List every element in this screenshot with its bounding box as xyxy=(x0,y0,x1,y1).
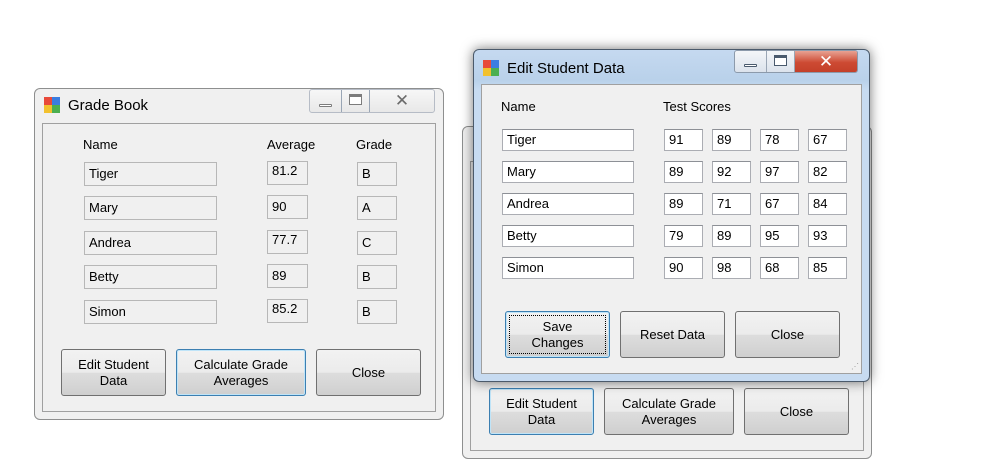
grade-header: Grade xyxy=(356,137,393,152)
grade-book-window: Grade Book ✕ Name Average Grade Tiger Ma… xyxy=(34,88,444,420)
edit-student-data-button[interactable]: Edit Student Data xyxy=(61,349,166,396)
test-score-input[interactable]: 91 xyxy=(664,129,703,151)
close-icon[interactable]: ✕ xyxy=(795,51,857,72)
window-title: Edit Student Data xyxy=(507,60,625,77)
button-label: Calculate Grade xyxy=(622,395,716,411)
window-controls: ✕ xyxy=(734,50,858,73)
button-label: Averages xyxy=(641,411,697,427)
button-label: Data xyxy=(527,411,556,427)
test-score-input[interactable]: 93 xyxy=(808,225,847,247)
student-name-input[interactable]: Tiger xyxy=(502,129,634,151)
student-name-input[interactable]: Mary xyxy=(502,161,634,183)
save-changes-button[interactable]: Save Changes xyxy=(505,311,610,358)
test-score-input[interactable]: 92 xyxy=(712,161,751,183)
grade-label: B xyxy=(357,300,397,324)
test-score-input[interactable]: 67 xyxy=(808,129,847,151)
button-label: Reset Data xyxy=(639,326,706,342)
student-name-label: Mary xyxy=(84,196,217,220)
edit-student-client: Name Test Scores Tiger Mary Andrea Betty… xyxy=(481,84,862,374)
student-name-input[interactable]: Betty xyxy=(502,225,634,247)
button-label: Close xyxy=(770,326,805,342)
test-score-input[interactable]: 85 xyxy=(808,257,847,279)
test-score-input[interactable]: 67 xyxy=(760,193,799,215)
test-score-input[interactable]: 82 xyxy=(808,161,847,183)
button-label: Close xyxy=(351,364,386,380)
test-score-input[interactable]: 89 xyxy=(664,193,703,215)
button-label: Calculate Grade xyxy=(194,356,288,372)
grade-book-client: Name Average Grade Tiger Mary Andrea Bet… xyxy=(42,123,436,412)
student-name-label: Simon xyxy=(84,300,217,324)
name-header: Name xyxy=(83,137,118,152)
test-score-input[interactable]: 89 xyxy=(712,225,751,247)
edit-student-titlebar[interactable]: Edit Student Data ✕ xyxy=(474,50,869,80)
maximize-icon[interactable] xyxy=(767,51,795,72)
window-controls: ✕ xyxy=(309,89,435,113)
close-icon[interactable]: ✕ xyxy=(370,90,434,112)
student-name-label: Betty xyxy=(84,265,217,289)
close-button[interactable]: Close xyxy=(316,349,421,396)
edit-student-data-window: Edit Student Data ✕ Name Test Scores Tig… xyxy=(473,49,870,382)
average-label: 77.7 xyxy=(267,230,308,254)
window-title: Grade Book xyxy=(68,97,149,114)
button-label: Edit Student xyxy=(506,395,577,411)
test-score-input[interactable]: 71 xyxy=(712,193,751,215)
grade-book-titlebar[interactable]: Grade Book ✕ xyxy=(35,89,443,119)
average-header: Average xyxy=(267,137,316,152)
button-label: Data xyxy=(99,372,128,388)
average-label: 81.2 xyxy=(267,161,308,185)
edit-student-data-button[interactable]: Edit Student Data xyxy=(489,388,594,435)
test-score-input[interactable]: 95 xyxy=(760,225,799,247)
student-name-label: Andrea xyxy=(84,231,217,255)
student-name-label: Tiger xyxy=(84,162,217,186)
test-score-input[interactable]: 98 xyxy=(712,257,751,279)
test-score-input[interactable]: 89 xyxy=(712,129,751,151)
test-score-input[interactable]: 89 xyxy=(664,161,703,183)
focus-rectangle xyxy=(509,315,606,354)
maximize-icon[interactable] xyxy=(342,90,370,112)
calculate-grade-averages-button[interactable]: Calculate Grade Averages xyxy=(176,349,306,396)
test-score-input[interactable]: 79 xyxy=(664,225,703,247)
average-label: 85.2 xyxy=(267,299,308,323)
button-label: Averages xyxy=(213,372,269,388)
test-score-input[interactable]: 90 xyxy=(664,257,703,279)
app-icon xyxy=(483,60,499,76)
minimize-icon[interactable] xyxy=(735,51,767,72)
close-button[interactable]: Close xyxy=(735,311,840,358)
test-score-input[interactable]: 78 xyxy=(760,129,799,151)
resize-grip-icon[interactable]: ⋰ xyxy=(851,362,859,371)
app-icon xyxy=(44,97,60,113)
reset-data-button[interactable]: Reset Data xyxy=(620,311,725,358)
test-score-input[interactable]: 97 xyxy=(760,161,799,183)
button-label: Close xyxy=(779,403,814,419)
student-name-input[interactable]: Simon xyxy=(502,257,634,279)
grade-label: C xyxy=(357,231,397,255)
test-score-input[interactable]: 68 xyxy=(760,257,799,279)
grade-label: A xyxy=(357,196,397,220)
test-scores-header: Test Scores xyxy=(663,99,731,114)
test-score-input[interactable]: 84 xyxy=(808,193,847,215)
average-label: 89 xyxy=(267,264,308,288)
button-label: Edit Student xyxy=(78,356,149,372)
name-header: Name xyxy=(501,99,536,114)
close-button[interactable]: Close xyxy=(744,388,849,435)
grade-label: B xyxy=(357,162,397,186)
minimize-icon[interactable] xyxy=(310,90,342,112)
calculate-grade-averages-button[interactable]: Calculate Grade Averages xyxy=(604,388,734,435)
student-name-input[interactable]: Andrea xyxy=(502,193,634,215)
grade-label: B xyxy=(357,265,397,289)
average-label: 90 xyxy=(267,195,308,219)
